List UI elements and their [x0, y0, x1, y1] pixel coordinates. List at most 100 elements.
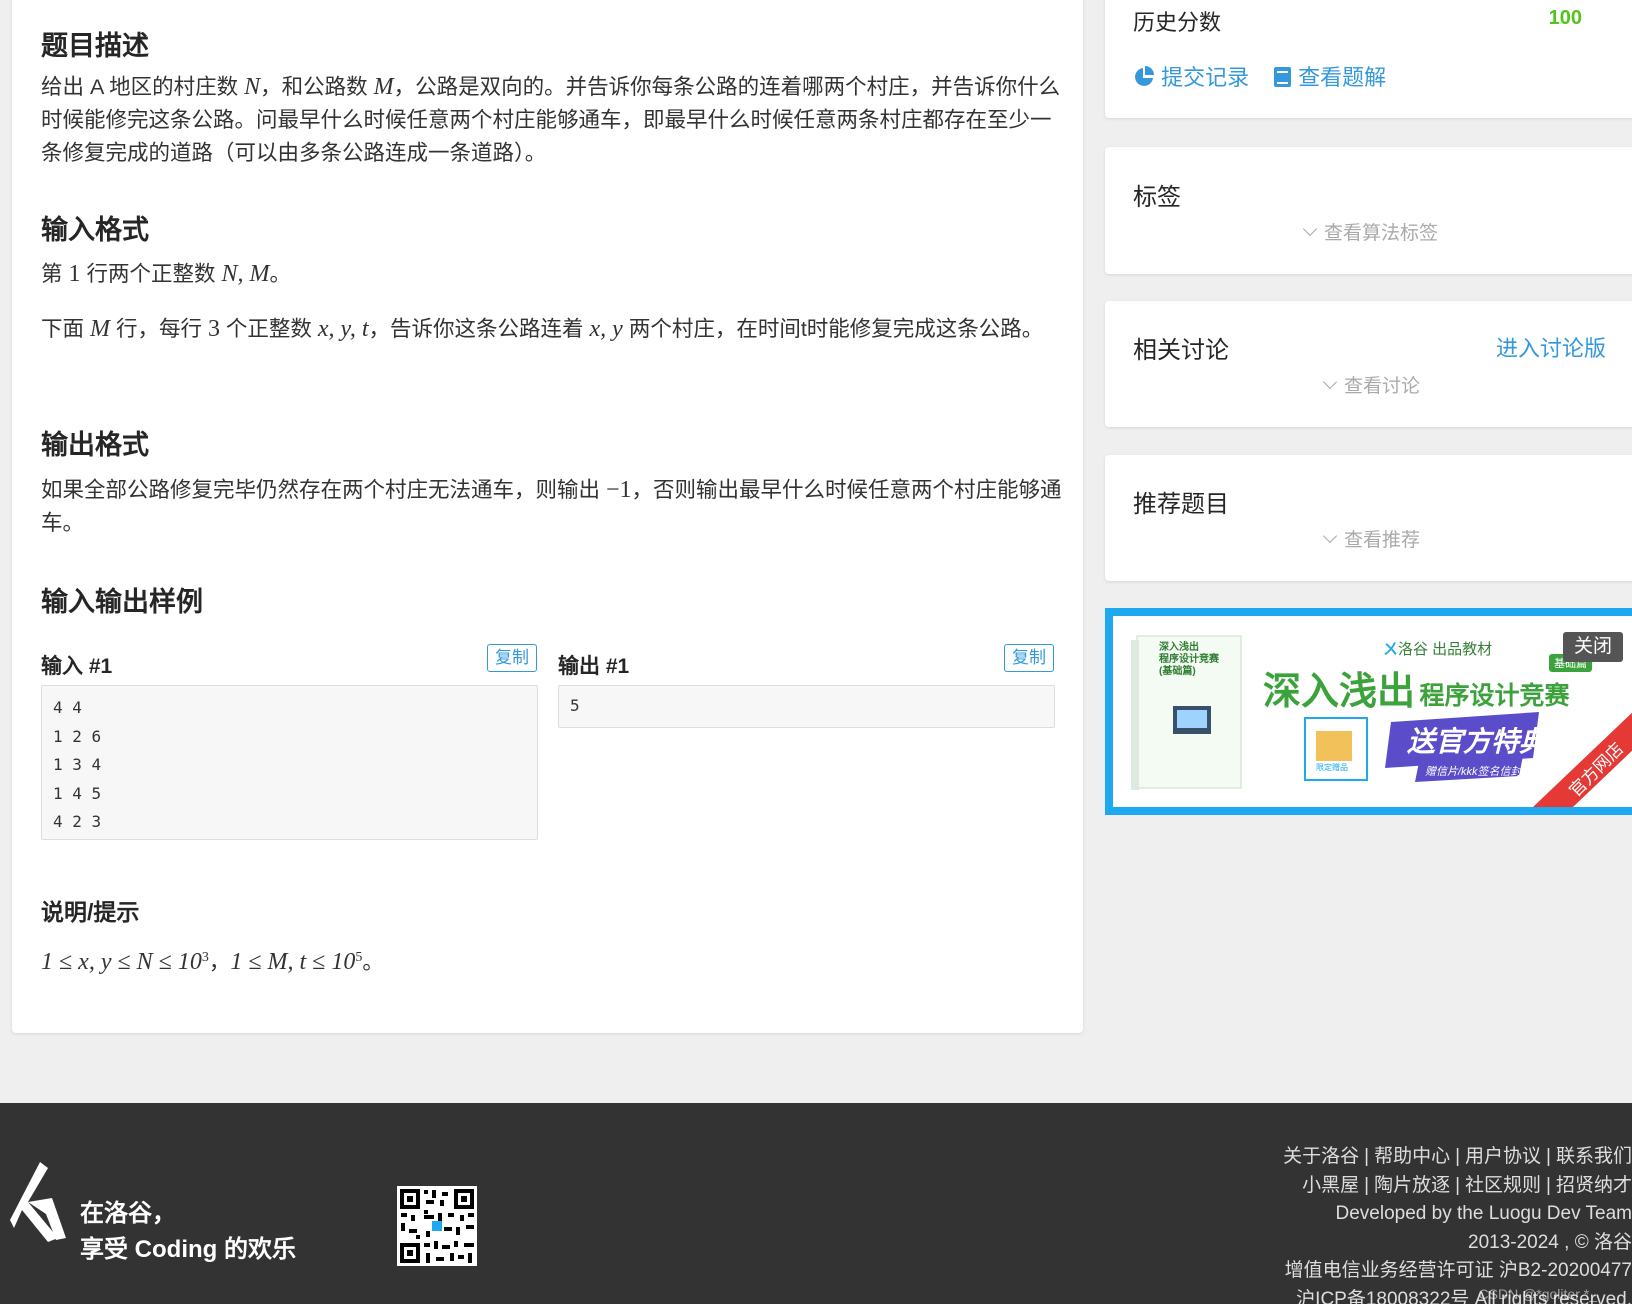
dev-team-link[interactable]: Luogu Dev Team	[1489, 1203, 1632, 1224]
code-line: 1 3 4	[53, 755, 102, 774]
output-format-heading: 输出格式	[41, 430, 149, 460]
ad-headline: 深入浅出 程序设计竞赛	[1263, 660, 1569, 715]
problem-card: 题目描述 给出 A 地区的村庄数 N，和公路数 M，公路是双向的。并告诉你每条公…	[12, 0, 1083, 1033]
discussion-toggle-label: 查看讨论	[1344, 376, 1421, 397]
chevron-down-icon	[1322, 528, 1338, 544]
history-card: 历史分数 100 提交记录 查看题解	[1105, 0, 1632, 118]
description-text: 给出 A 地区的村庄数 N，和公路数 M，公路是双向的。并告诉你每条公路的连着哪…	[41, 71, 1065, 170]
math-xyt: x, y, t	[317, 316, 369, 342]
math-n: N	[244, 74, 261, 100]
footer-developed-by: Developed by the Luogu Dev Team	[1283, 1200, 1632, 1229]
math-neg-one: −1	[605, 477, 632, 503]
footer-link[interactable]: 陶片放逐	[1374, 1175, 1450, 1196]
footer-copyright: 2013-2024 , © 洛谷	[1468, 1231, 1632, 1253]
desc-part: 给出 A 地区的村庄数	[41, 75, 245, 99]
ad-book-screen	[1177, 710, 1207, 728]
math-m: M	[89, 316, 110, 342]
chevron-down-icon	[1322, 374, 1338, 390]
ad-book-title-line: 深入浅出	[1159, 642, 1199, 653]
tags-card: 标签 查看算法标签	[1105, 147, 1632, 274]
math-hint-b: 1 ≤ M, t ≤ 10	[230, 949, 356, 976]
ad-promo-sub: 赠信片/kkk签名信封	[1425, 766, 1522, 778]
footer-text: Developed by the	[1335, 1203, 1489, 1224]
text-part: 下面	[41, 317, 90, 341]
math-nm: N, M	[221, 261, 270, 287]
ad-book-title-line: 程序设计竞赛	[1159, 654, 1219, 665]
recommend-title: 推荐题目	[1133, 491, 1229, 518]
ad-banner[interactable]: 深入浅出 程序设计竞赛 (基础篇) ㄨ洛谷 出品教材 深入浅出 程序设计竞赛 基…	[1105, 608, 1632, 815]
history-score: 100	[1548, 7, 1582, 29]
footer-license: 增值电信业务经营许可证 沪B2-20200477	[1284, 1260, 1632, 1281]
text-part: 两个村庄，在时间t时能修复完成这条公路。	[622, 317, 1044, 341]
text-part: 行，每行	[109, 317, 208, 341]
tags-toggle-label: 查看算法标签	[1324, 223, 1439, 244]
code-line: 4 2 3	[53, 812, 102, 831]
view-solutions-label: 查看题解	[1298, 65, 1387, 90]
footer-links-row2: 小黑屋 | 陶片放逐 | 社区规则 | 招贤纳才	[1302, 1174, 1632, 1196]
ad-limited-photo	[1316, 731, 1352, 761]
text-part: 行两个正整数	[80, 262, 222, 286]
text-part: 第	[41, 262, 69, 286]
chevron-down-icon	[1302, 221, 1318, 237]
text-part: 个正整数	[219, 317, 318, 341]
code-line: 1 2 6	[53, 726, 102, 746]
input-format-line2: 下面 M 行，每行 3 个正整数 x, y, t，告诉你这条公路连着 x, y …	[41, 313, 1065, 346]
footer-link[interactable]: 帮助中心	[1374, 1146, 1450, 1167]
ad-close-button[interactable]: 关闭	[1563, 632, 1623, 662]
submit-records-label: 提交记录	[1161, 65, 1250, 90]
discussion-card: 相关讨论 进入讨论版 查看讨论	[1105, 301, 1632, 427]
ad-headline-big: 深入浅出	[1263, 671, 1416, 713]
discussion-title: 相关讨论	[1133, 337, 1229, 364]
output-format-text: 如果全部公路修复完毕仍然存在两个村庄无法通车，则输出 −1，否则输出最早什么时候…	[41, 474, 1065, 540]
footer-slogan-line1: 在洛谷，	[80, 1200, 176, 1227]
ad-book-title: 深入浅出 程序设计竞赛 (基础篇)	[1159, 642, 1219, 678]
math-number: 1	[68, 261, 81, 287]
view-solutions-link[interactable]: 查看题解	[1273, 60, 1386, 92]
footer-link[interactable]: 招贤纳才	[1556, 1175, 1632, 1196]
ad-brand-text: 洛谷 出品教材	[1398, 641, 1493, 658]
footer: 在洛谷， 享受 Coding 的欢乐 关于洛谷 | 帮助中心 | 用户协议 | 联系我们 小…	[0, 1103, 1632, 1304]
input-format-line1: 第 1 行两个正整数 N, M。	[41, 258, 1065, 291]
pie-chart-icon	[1133, 65, 1155, 90]
math-number: 3	[207, 316, 220, 342]
luogu-logo-icon	[10, 1162, 66, 1242]
qr-code	[397, 1186, 477, 1266]
footer-link[interactable]: 用户协议	[1465, 1146, 1541, 1167]
code-line: 4 4	[53, 698, 82, 717]
recommend-toggle[interactable]: 查看推荐	[1322, 525, 1420, 552]
math-m: M	[373, 74, 394, 100]
book-icon	[1273, 65, 1292, 90]
ad-book-title-line: (基础篇)	[1159, 666, 1196, 677]
copy-output-button[interactable]: 复制	[1004, 644, 1054, 672]
watermark: CSDN @*goliter *_	[1478, 1286, 1597, 1302]
submit-records-link[interactable]: 提交记录	[1133, 60, 1249, 92]
input-format-heading: 输入格式	[41, 215, 149, 245]
copy-input-button[interactable]: 复制	[487, 644, 537, 672]
footer-link[interactable]: 小黑屋	[1302, 1175, 1359, 1196]
math-hint-a: 1 ≤ x, y ≤ N ≤ 10	[41, 949, 202, 976]
math-xy: x, y	[589, 316, 623, 342]
tags-toggle[interactable]: 查看算法标签	[1302, 218, 1439, 245]
ad-brand: ㄨ洛谷 出品教材	[1383, 638, 1492, 659]
ad-headline-small: 程序设计竞赛	[1419, 682, 1570, 710]
description-heading: 题目描述	[41, 31, 149, 61]
code-line: 5	[570, 696, 580, 715]
samples-heading: 输入输出样例	[41, 587, 203, 617]
footer-links-row1: 关于洛谷 | 帮助中心 | 用户协议 | 联系我们	[1283, 1146, 1632, 1167]
discussion-toggle[interactable]: 查看讨论	[1322, 371, 1421, 398]
footer-link[interactable]: 关于洛谷	[1283, 1146, 1359, 1167]
footer-link[interactable]: 社区规则	[1465, 1175, 1541, 1196]
footer-link[interactable]: 联系我们	[1556, 1146, 1632, 1167]
footer-slogan-line2: 享受 Coding 的欢乐	[80, 1236, 296, 1263]
recommend-card: 推荐题目 查看推荐	[1105, 455, 1632, 581]
text-part: ，	[208, 950, 231, 975]
enter-discussion-link[interactable]: 进入讨论版	[1496, 331, 1606, 363]
desc-part: ，和公路数	[260, 75, 374, 99]
luogu-logo-icon: ㄨ	[1383, 641, 1399, 658]
output-sample-box[interactable]: 5	[558, 685, 1055, 728]
ad-limited-label: 限定赠品	[1316, 763, 1348, 772]
history-label: 历史分数	[1133, 10, 1222, 35]
footer-info: 关于洛谷 | 帮助中心 | 用户协议 | 联系我们 小黑屋 | 陶片放逐 | 社区规则 | 招贤纳才 D…	[1283, 1143, 1632, 1304]
ad-book-spine	[1131, 640, 1139, 790]
input-sample-box[interactable]: 4 4 1 2 6 1 3 4 1 4 5 4 2 3	[41, 685, 538, 840]
